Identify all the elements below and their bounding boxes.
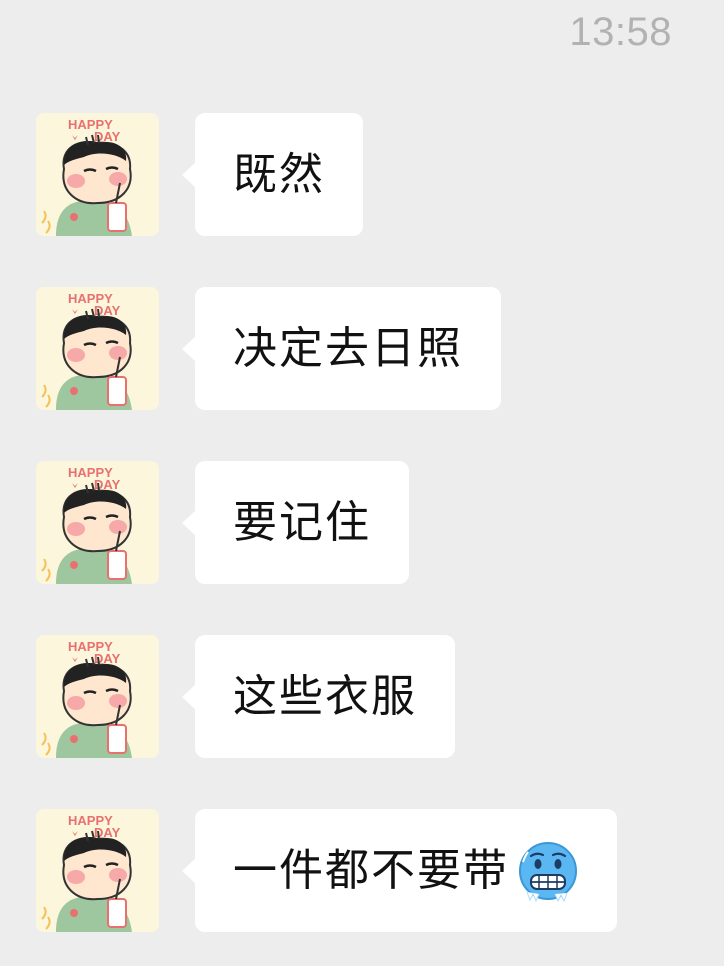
message-text: 既然 [233, 148, 325, 200]
message-text: 决定去日照 [233, 322, 463, 374]
message-bubble[interactable]: 这些衣服 [182, 635, 455, 758]
sender-avatar[interactable]: HAPPY DAY [36, 809, 159, 932]
message-text: 这些衣服 [233, 670, 417, 722]
sender-avatar[interactable]: HAPPY DAY [36, 461, 159, 584]
message-text: 一件都不要带 [233, 844, 509, 896]
message-bubble[interactable]: 一件都不要带 [182, 809, 617, 932]
message-bubble[interactable]: 要记住 [182, 461, 409, 584]
sender-avatar[interactable]: HAPPY DAY [36, 113, 159, 236]
message-text: 要记住 [233, 496, 371, 548]
sender-avatar[interactable]: HAPPY DAY [36, 287, 159, 410]
message-timestamp: 13:58 [569, 10, 672, 54]
freezing-face-icon [517, 840, 579, 902]
sender-avatar[interactable]: HAPPY DAY [36, 635, 159, 758]
message-bubble[interactable]: 既然 [182, 113, 363, 236]
message-bubble[interactable]: 决定去日照 [182, 287, 501, 410]
